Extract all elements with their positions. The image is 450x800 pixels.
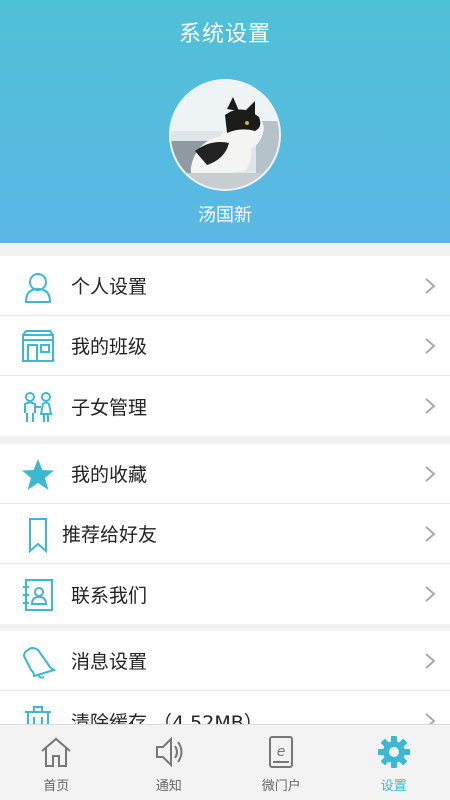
home-icon bbox=[41, 737, 71, 767]
chevron-right-icon bbox=[425, 586, 436, 602]
contact-icon bbox=[23, 579, 53, 611]
tab-label: 设置 bbox=[380, 779, 407, 794]
menu-item-my-class[interactable]: 我的班级 bbox=[0, 316, 450, 376]
settings-group-social: 我的收藏 推荐给好友 联系我们 bbox=[0, 444, 450, 624]
menu-item-label: 子女管理 bbox=[71, 396, 148, 419]
chevron-right-icon bbox=[425, 338, 436, 354]
tab-label: 通知 bbox=[155, 779, 182, 794]
star-icon bbox=[22, 459, 54, 490]
chevron-right-icon bbox=[425, 398, 436, 414]
menu-item-label: 我的收藏 bbox=[71, 464, 148, 486]
gear-icon bbox=[377, 736, 410, 768]
chevron-right-icon bbox=[425, 466, 436, 482]
tab-label: 微门户 bbox=[261, 779, 301, 794]
menu-item-favorites[interactable]: 我的收藏 bbox=[0, 444, 450, 504]
speaker-icon bbox=[155, 736, 183, 768]
menu-item-personal-settings[interactable]: 个人设置 bbox=[0, 256, 450, 316]
menu-item-label: 我的班级 bbox=[71, 336, 148, 358]
svg-text:e: e bbox=[277, 744, 286, 760]
tab-label: 首页 bbox=[43, 779, 70, 794]
bottom-tab-bar: 首页 通知 e 微门户 设置 bbox=[0, 724, 450, 800]
menu-item-message-settings[interactable]: 消息设置 bbox=[0, 631, 450, 691]
menu-item-label: 推荐给好友 bbox=[62, 524, 158, 546]
bell-icon bbox=[22, 647, 56, 679]
menu-item-recommend-friends[interactable]: 推荐给好友 bbox=[0, 504, 450, 564]
person-icon bbox=[24, 273, 52, 303]
page-title: 系统设置 bbox=[178, 22, 271, 47]
tab-notifications[interactable]: 通知 bbox=[113, 725, 226, 800]
settings-group-account: 个人设置 我的班级 子女管理 bbox=[0, 256, 450, 436]
portal-icon: e bbox=[269, 736, 294, 768]
bookmark-icon bbox=[29, 518, 47, 553]
tab-home[interactable]: 首页 bbox=[0, 725, 113, 800]
tab-micro-portal[interactable]: e 微门户 bbox=[225, 725, 338, 800]
username: 汤国新 bbox=[198, 205, 252, 226]
menu-item-children-management[interactable]: 子女管理 bbox=[0, 376, 450, 436]
menu-item-label: 联系我们 bbox=[71, 584, 148, 607]
children-icon bbox=[24, 392, 53, 422]
profile-header: 系统设置 汤国新 bbox=[0, 0, 450, 243]
chevron-right-icon bbox=[425, 278, 436, 294]
avatar[interactable] bbox=[169, 79, 281, 191]
tab-settings[interactable]: 设置 bbox=[338, 725, 450, 800]
chevron-right-icon bbox=[425, 653, 436, 669]
class-icon bbox=[22, 330, 54, 362]
menu-item-label: 个人设置 bbox=[71, 276, 148, 298]
menu-item-label: 消息设置 bbox=[71, 651, 148, 673]
chevron-right-icon bbox=[425, 526, 436, 542]
menu-item-contact-us[interactable]: 联系我们 bbox=[0, 564, 450, 624]
avatar-image bbox=[171, 81, 279, 189]
